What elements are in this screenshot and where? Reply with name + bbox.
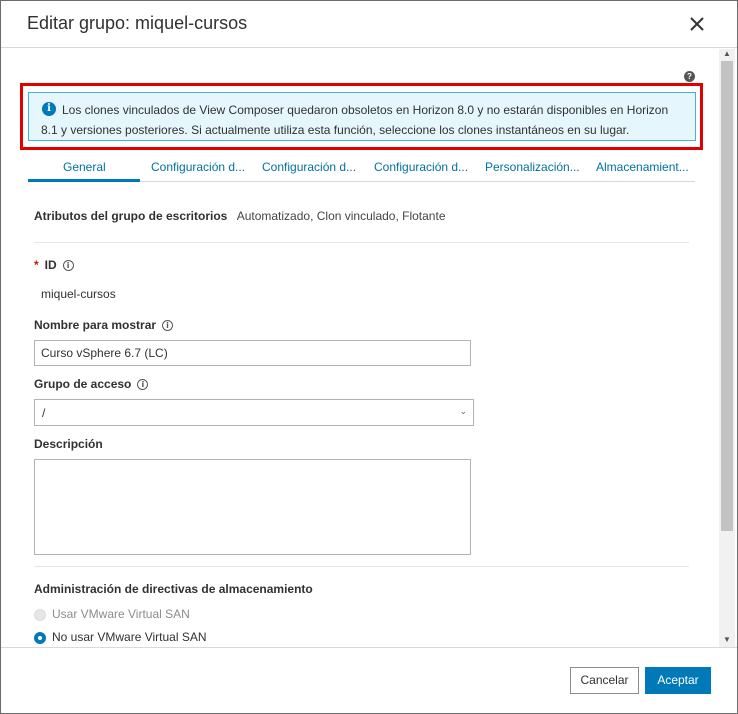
scroll-down-icon[interactable]: ▼ xyxy=(723,635,731,644)
access-group-label-row: Grupo de acceso i xyxy=(34,377,149,391)
radio-button[interactable] xyxy=(34,631,46,644)
cancel-button[interactable]: Cancelar xyxy=(570,667,639,694)
edit-group-dialog: Editar grupo: miquel-cursos ? i Los clon… xyxy=(0,0,738,714)
tab-configuracion-2[interactable]: Configuración d... xyxy=(262,160,356,174)
id-value: miquel-cursos xyxy=(41,287,116,301)
id-label: ID xyxy=(44,258,57,272)
attributes-value: Automatizado, Clon vinculado, Flotante xyxy=(236,209,446,223)
radio-label: Usar VMware Virtual SAN xyxy=(52,607,190,621)
id-label-row: * ID i xyxy=(34,258,74,272)
access-group-value: / xyxy=(42,406,46,420)
tab-bar: General Configuración d... Configuración… xyxy=(28,152,695,182)
active-tab-indicator xyxy=(28,179,140,182)
access-group-select[interactable]: / ⌄ xyxy=(34,399,474,426)
desktop-pool-attributes: Atributos del grupo de escritorios Autom… xyxy=(34,209,446,223)
dialog-header: Editar grupo: miquel-cursos xyxy=(1,1,737,48)
display-name-label-row: Nombre para mostrar i xyxy=(34,318,174,332)
scroll-up-icon[interactable]: ▲ xyxy=(723,49,731,58)
description-label: Descripción xyxy=(34,437,103,451)
radio-button[interactable] xyxy=(34,608,46,621)
tab-almacenamiento[interactable]: Almacenamient... xyxy=(596,160,689,174)
access-group-label: Grupo de acceso xyxy=(34,377,132,391)
display-name-label: Nombre para mostrar xyxy=(34,318,157,332)
dialog-title: Editar grupo: miquel-cursos xyxy=(27,13,248,33)
storage-policy-label: Administración de directivas de almacena… xyxy=(34,582,313,596)
alert-text: Los clones vinculados de View Composer q… xyxy=(41,103,669,137)
dialog-body: ? i Los clones vinculados de View Compos… xyxy=(1,49,737,647)
tab-personalizacion[interactable]: Personalización... xyxy=(485,160,580,174)
radio-no-vsan[interactable]: No usar VMware Virtual SAN xyxy=(34,630,207,644)
dialog-footer: Cancelar Aceptar xyxy=(1,647,737,713)
attributes-label: Atributos del grupo de escritorios xyxy=(34,209,228,223)
description-textarea[interactable] xyxy=(34,459,471,555)
info-icon[interactable]: i xyxy=(137,379,149,391)
radio-label: No usar VMware Virtual SAN xyxy=(52,630,207,644)
close-icon[interactable] xyxy=(687,14,707,34)
display-name-input[interactable]: Curso vSphere 6.7 (LC) xyxy=(34,340,471,366)
accept-button[interactable]: Aceptar xyxy=(645,667,711,694)
radio-use-vsan[interactable]: Usar VMware Virtual SAN xyxy=(34,607,190,621)
info-icon[interactable]: i xyxy=(162,320,174,332)
help-icon[interactable]: ? xyxy=(684,71,695,82)
required-marker: * xyxy=(34,258,39,272)
tab-configuracion-1[interactable]: Configuración d... xyxy=(151,160,245,174)
tab-general[interactable]: General xyxy=(63,160,106,174)
divider xyxy=(34,242,689,243)
tab-configuracion-3[interactable]: Configuración d... xyxy=(374,160,468,174)
scrollbar-thumb[interactable] xyxy=(721,61,733,531)
vertical-scrollbar[interactable]: ▲ ▼ xyxy=(719,49,735,647)
chevron-down-icon: ⌄ xyxy=(459,406,467,416)
divider xyxy=(34,566,689,567)
info-icon[interactable]: i xyxy=(62,260,74,272)
